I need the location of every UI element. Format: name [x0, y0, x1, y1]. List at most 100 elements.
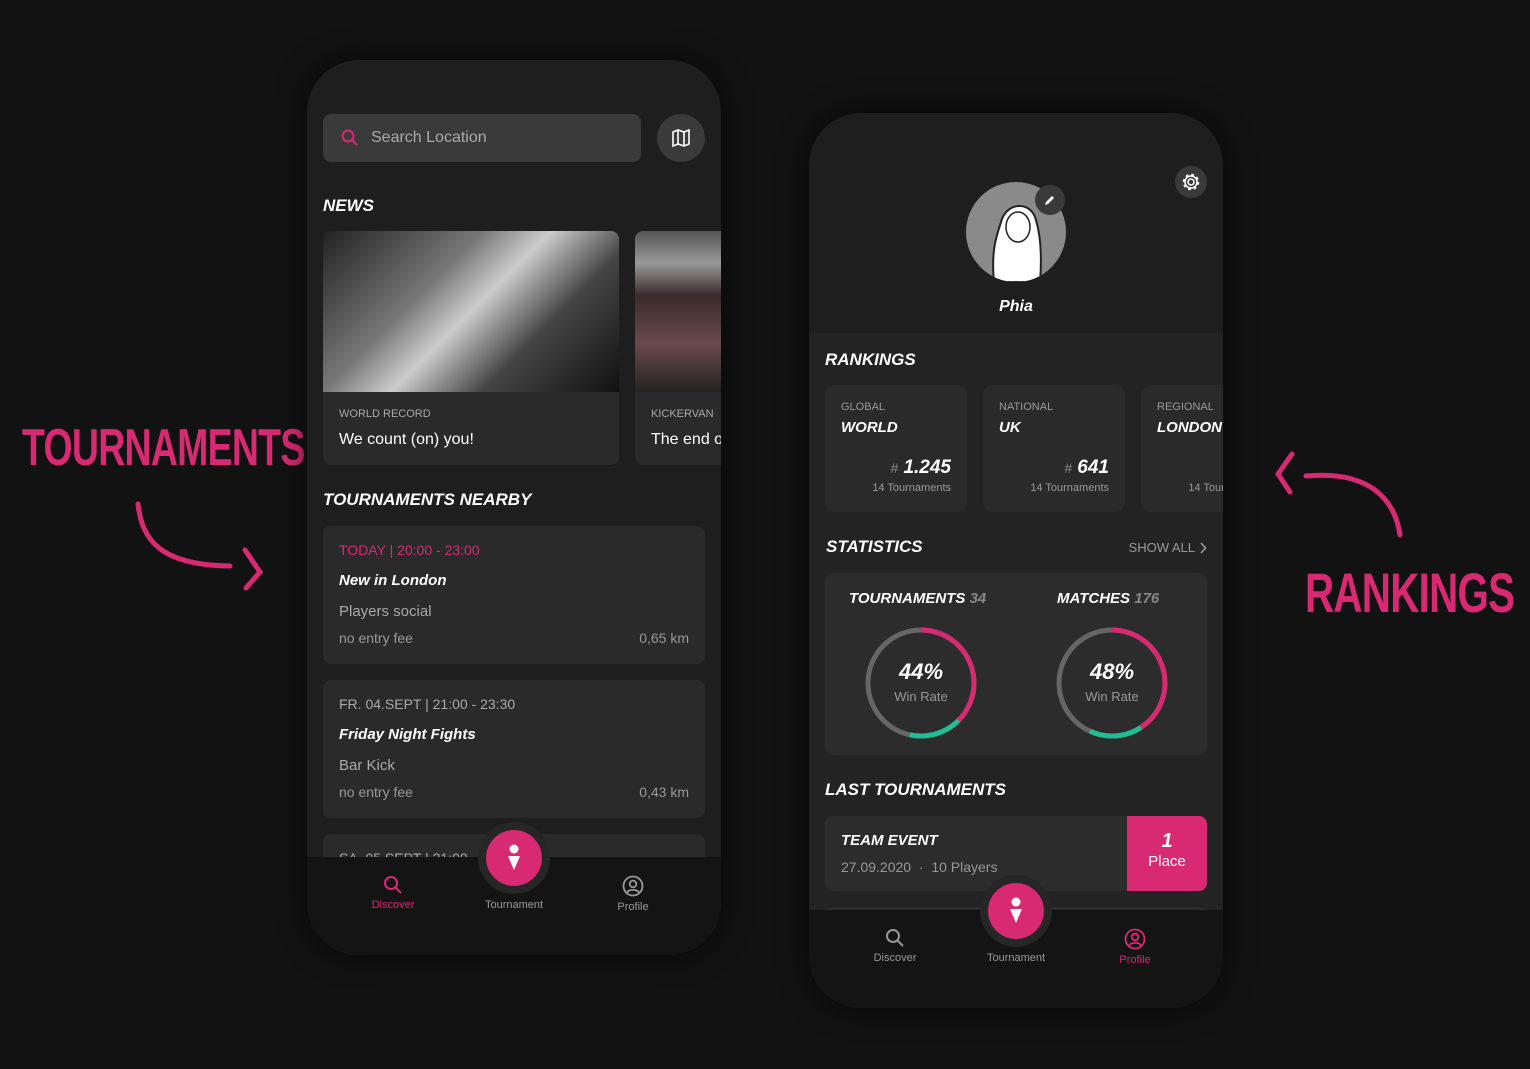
- gear-icon: [1182, 173, 1200, 191]
- news-category: KICKERVAN: [651, 408, 714, 420]
- show-all-link[interactable]: SHOW ALL: [1129, 540, 1207, 555]
- stat-label: TOURNAMENTS 34: [849, 590, 986, 607]
- ranking-number: 641: [1077, 457, 1109, 478]
- ranking-region: UK: [999, 419, 1021, 436]
- tournament-venue: Bar Kick: [339, 757, 395, 774]
- place-label: Place: [1148, 853, 1186, 870]
- ranking-position: # 1.245: [890, 457, 951, 479]
- news-image: [635, 231, 721, 392]
- last-tournament-name: TEAM EVENT: [841, 832, 938, 849]
- profile-screen: Phia RANKINGS GLOBAL WORLD # 1.245 14 To…: [809, 113, 1223, 1008]
- annotation-rankings: RANKINGS: [1305, 561, 1515, 624]
- place-number: 1: [1161, 830, 1173, 852]
- search-placeholder: Search Location: [371, 129, 487, 146]
- last-tournaments-heading: LAST TOURNAMENTS: [825, 780, 1007, 799]
- last-tournament-date: 27.09.2020: [841, 859, 912, 875]
- search-icon: [341, 129, 358, 146]
- tournament-card[interactable]: FR. 04.SEPT | 21:00 - 23:30 Friday Night…: [323, 680, 705, 818]
- last-tournament-players: 10 Players: [931, 859, 998, 875]
- ranking-card[interactable]: NATIONAL UK # 641 14 Tournaments: [983, 385, 1125, 512]
- profile-name: Phia: [999, 298, 1033, 315]
- win-rate-center: 48% Win Rate: [1054, 659, 1170, 704]
- tournament-fab[interactable]: [988, 883, 1044, 939]
- news-category: WORLD RECORD: [339, 408, 431, 420]
- ranking-number: 1.245: [903, 457, 951, 478]
- arrow-left-icon: [1274, 451, 1403, 538]
- nav-discover[interactable]: Discover: [845, 928, 945, 964]
- hash-symbol: #: [890, 460, 899, 476]
- stat-count: 34: [969, 590, 987, 607]
- place-badge: 1 Place: [1127, 816, 1207, 891]
- map-button[interactable]: [657, 114, 705, 162]
- stat-label-text: TOURNAMENTS: [849, 590, 966, 607]
- discover-screen: Search Location NEWS WORLD RECORD We cou…: [307, 60, 721, 955]
- ranking-count: 14 Tournaments: [1030, 482, 1109, 494]
- stat-label-text: MATCHES: [1057, 590, 1131, 607]
- foosball-player-icon: [1010, 897, 1022, 923]
- tournament-card[interactable]: TODAY | 20:00 - 23:00 New in London Play…: [323, 526, 705, 664]
- foosball-player-icon: [508, 844, 520, 870]
- tournaments-nearby-heading: TOURNAMENTS NEARBY: [323, 490, 532, 509]
- tournament-fee: no entry fee: [339, 630, 413, 646]
- map-icon: [672, 129, 690, 147]
- tournament-fab[interactable]: [486, 830, 542, 886]
- nav-profile[interactable]: Profile: [583, 875, 683, 913]
- rankings-heading: RANKINGS: [825, 350, 916, 369]
- ranking-region: LONDON: [1157, 419, 1222, 436]
- annotation-tournaments: TOURNAMENTS: [22, 419, 305, 477]
- tournament-date: FR. 04.SEPT | 21:00 - 23:30: [339, 696, 516, 712]
- win-rate-label: Win Rate: [894, 689, 948, 704]
- tournament-fee: no entry fee: [339, 784, 413, 800]
- ranking-position: # 641: [1064, 457, 1109, 479]
- stat-count: 176: [1134, 590, 1160, 607]
- profile-icon: [1124, 928, 1146, 950]
- tournament-name: Friday Night Fights: [339, 726, 476, 743]
- news-card[interactable]: KICKERVAN The end o: [635, 231, 721, 465]
- statistics-card: TOURNAMENTS 34 MATCHES 176 44% Win Rate 4…: [825, 573, 1207, 755]
- ranking-count: 14 Tournaments: [1188, 482, 1223, 494]
- search-icon: [886, 929, 904, 947]
- nav-discover[interactable]: Discover: [343, 875, 443, 911]
- news-card[interactable]: WORLD RECORD We count (on) you!: [323, 231, 619, 465]
- statistics-heading: STATISTICS: [826, 537, 923, 556]
- show-all-label: SHOW ALL: [1128, 540, 1195, 555]
- tournament-date: TODAY | 20:00 - 23:00: [339, 542, 480, 558]
- nav-label: Tournament: [484, 899, 544, 911]
- ranking-level: NATIONAL: [999, 401, 1054, 413]
- win-rate-percent: 48%: [1089, 659, 1135, 684]
- settings-button[interactable]: [1175, 166, 1207, 198]
- ranking-level: REGIONAL: [1157, 401, 1214, 413]
- news-title: The end o: [651, 431, 721, 448]
- nav-label: Tournament: [986, 952, 1046, 964]
- tournament-distance: 0,43 km: [639, 784, 689, 800]
- news-image: [323, 231, 619, 392]
- search-icon: [384, 876, 402, 894]
- stat-label: MATCHES 176: [1057, 590, 1159, 607]
- ranking-region: WORLD: [841, 419, 898, 436]
- hash-symbol: #: [1064, 460, 1073, 476]
- news-title: We count (on) you!: [339, 431, 474, 448]
- edit-avatar-button[interactable]: [1035, 185, 1065, 215]
- chevron-right-icon: [1200, 541, 1207, 554]
- search-input[interactable]: Search Location: [323, 114, 641, 162]
- nav-label: Discover: [371, 899, 415, 911]
- nav-label: Profile: [617, 901, 649, 913]
- ranking-card[interactable]: GLOBAL WORLD # 1.245 14 Tournaments: [825, 385, 967, 512]
- last-tournament-meta: 27.09.2020 · 10 Players: [841, 859, 998, 875]
- tournament-venue: Players social: [339, 603, 432, 620]
- arrow-right-icon: [135, 501, 264, 591]
- nav-label: Discover: [873, 952, 917, 964]
- ranking-card[interactable]: REGIONAL LONDON # 14 Tournaments: [1141, 385, 1223, 512]
- nav-label: Profile: [1119, 954, 1151, 966]
- win-rate-percent: 44%: [898, 659, 944, 684]
- profile-icon: [622, 875, 644, 897]
- ranking-count: 14 Tournaments: [872, 482, 951, 494]
- last-tournament-card[interactable]: TEAM EVENT 27.09.2020 · 10 Players 1 Plac…: [825, 816, 1207, 891]
- tournament-name: New in London: [339, 572, 447, 589]
- ranking-level: GLOBAL: [841, 401, 886, 413]
- nav-profile[interactable]: Profile: [1085, 928, 1185, 966]
- tournament-distance: 0,65 km: [639, 630, 689, 646]
- win-rate-center: 44% Win Rate: [863, 659, 979, 704]
- news-heading: NEWS: [323, 196, 374, 215]
- pencil-icon: [1045, 196, 1054, 205]
